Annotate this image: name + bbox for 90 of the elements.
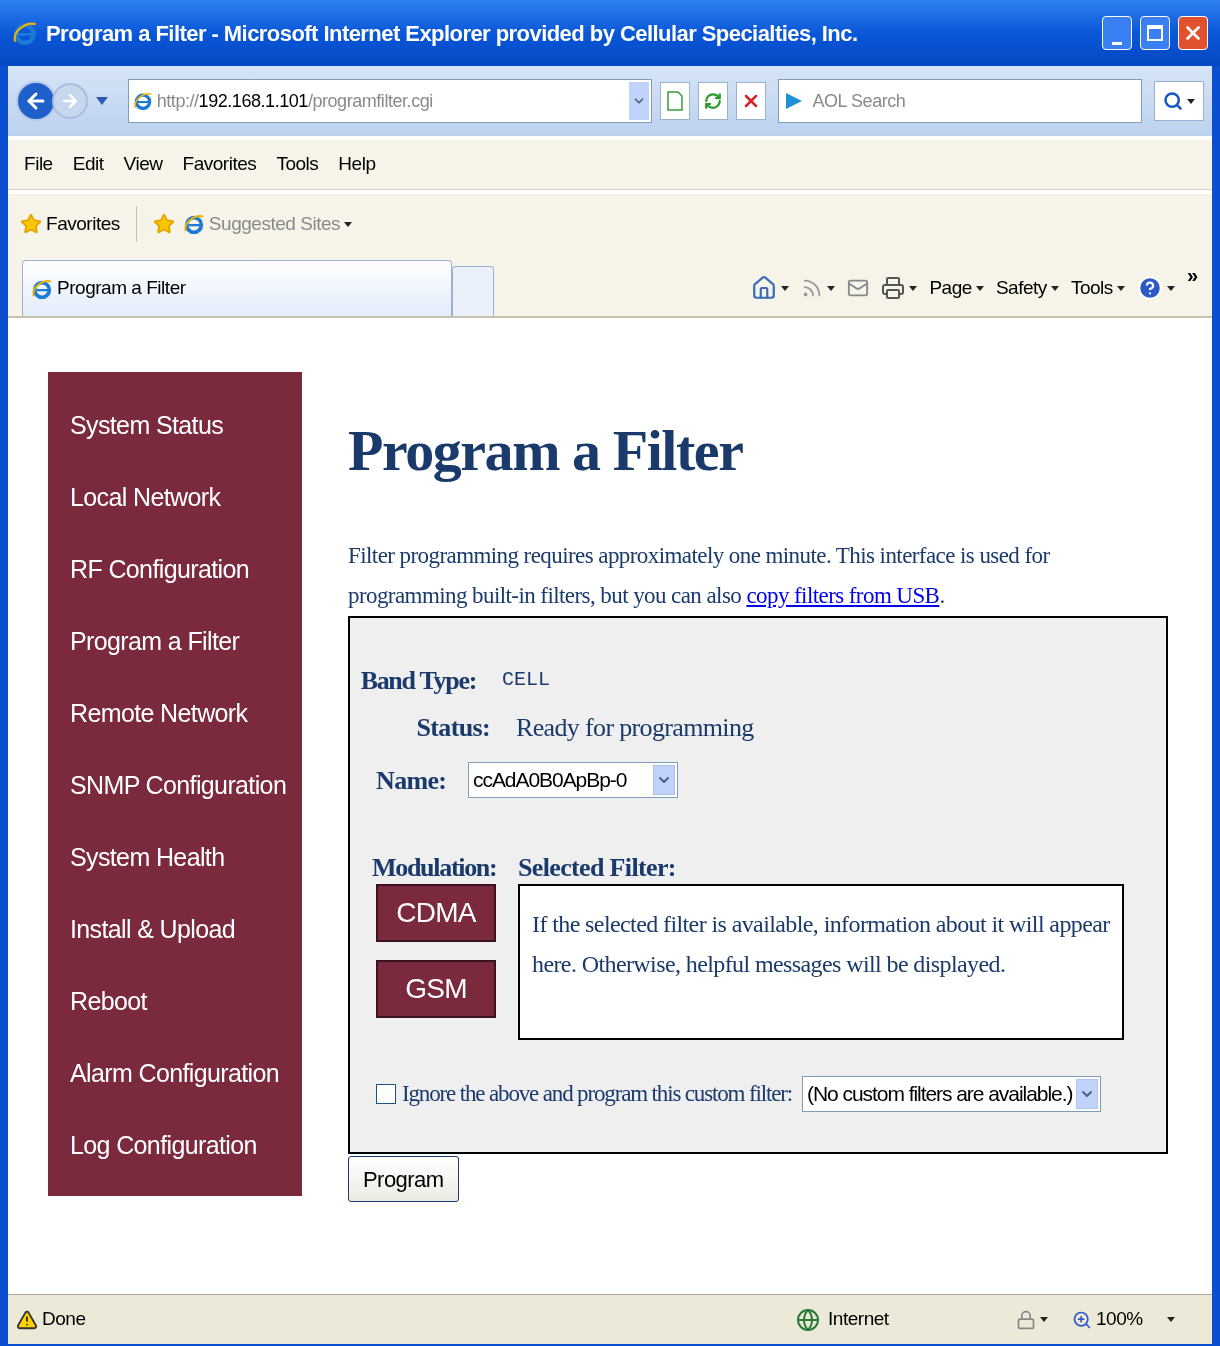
e-logo-icon bbox=[182, 213, 205, 235]
refresh-button[interactable] bbox=[697, 82, 728, 120]
search-field[interactable]: AOL Search bbox=[777, 79, 1143, 123]
modulation-button[interactable]: CDMA bbox=[376, 884, 496, 942]
overflow-button[interactable]: » bbox=[1186, 260, 1198, 290]
menu-item[interactable]: Tools bbox=[276, 150, 319, 179]
nav-link[interactable]: Alarm Configuration bbox=[48, 1038, 302, 1110]
zoom-button[interactable]: 100% bbox=[1072, 1305, 1143, 1334]
modulation-button[interactable]: GSM bbox=[376, 960, 496, 1018]
nav-link[interactable]: System Status bbox=[48, 390, 302, 462]
nav-link[interactable]: Log Configuration bbox=[48, 1110, 302, 1182]
custom-filter-select[interactable]: (No custom filters are available.) bbox=[802, 1076, 1102, 1112]
close-button[interactable] bbox=[1178, 16, 1208, 50]
usb-link[interactable]: copy filters from USB bbox=[746, 583, 940, 608]
compatibility-button[interactable] bbox=[659, 82, 690, 120]
new-tab-button[interactable] bbox=[452, 266, 494, 316]
star-icon bbox=[152, 213, 175, 235]
page-heading: Program a Filter bbox=[348, 422, 744, 480]
menu-item[interactable]: Edit bbox=[72, 150, 104, 179]
field-label: Status: bbox=[415, 711, 490, 744]
caret-icon bbox=[975, 285, 984, 291]
e-logo-icon bbox=[31, 277, 53, 300]
back-button[interactable] bbox=[16, 81, 56, 121]
menu-item[interactable]: Help bbox=[338, 150, 376, 179]
caret-icon bbox=[909, 285, 918, 291]
menu-item[interactable]: File bbox=[24, 150, 53, 179]
favorites-button[interactable]: Favorites bbox=[20, 209, 120, 239]
warning-icon bbox=[16, 1308, 38, 1331]
nav-link[interactable]: RF Configuration bbox=[48, 534, 302, 606]
caret-icon bbox=[1187, 98, 1196, 104]
caret-icon bbox=[1166, 285, 1175, 291]
name-select[interactable]: ccAdA0B0ApBp-0 bbox=[468, 762, 678, 798]
address-field[interactable]: http://192.168.1.101/programfilter.cgi bbox=[127, 79, 652, 123]
caret-icon bbox=[827, 285, 836, 291]
caret-icon bbox=[1040, 1317, 1048, 1322]
caret-icon bbox=[95, 97, 108, 105]
zone-text: Internet bbox=[828, 1307, 889, 1332]
nav-link[interactable]: Program a Filter bbox=[48, 606, 302, 678]
command-menu[interactable]: Tools bbox=[1070, 273, 1125, 303]
search-button[interactable] bbox=[1154, 81, 1204, 121]
page-icon bbox=[666, 91, 683, 111]
star-icon bbox=[20, 213, 42, 235]
nav-link[interactable]: Remote Network bbox=[48, 678, 302, 750]
window-title: Program a Filter - Microsoft Internet Explorer provided by Cellular Specialties, Inc. bbox=[46, 19, 859, 48]
forward-button[interactable] bbox=[51, 83, 88, 119]
nav-link[interactable]: SNMP Configuration bbox=[48, 750, 302, 822]
refresh-icon bbox=[703, 92, 722, 110]
minimize-button[interactable] bbox=[1102, 16, 1132, 50]
checkbox-label: Ignore the above and program this custom filter: bbox=[402, 1079, 792, 1108]
add-favorite-button[interactable] bbox=[152, 213, 175, 235]
browser-tab[interactable]: Program a Filter bbox=[22, 260, 452, 316]
nav-link[interactable]: Install & Upload bbox=[48, 894, 302, 966]
intro-paragraph: Filter programming requires approximately one minute. This interface is used for programming built-in filters, but you can also copy filters from USB. bbox=[348, 542, 1051, 610]
stop-button[interactable] bbox=[735, 82, 766, 120]
band-type-value: CELL bbox=[502, 667, 550, 693]
url-path: /programfilter.cgi bbox=[307, 90, 433, 111]
caret-icon bbox=[344, 221, 353, 227]
home-icon[interactable] bbox=[751, 275, 778, 301]
globe-icon bbox=[796, 1307, 820, 1332]
e-logo-icon bbox=[132, 91, 153, 111]
filter-message: If the selected filter is available, information about it will appear here. Otherwise, helpful messages will be displayed. bbox=[532, 910, 1110, 979]
search-icon bbox=[1163, 91, 1184, 111]
field-label: Band Type: bbox=[362, 664, 476, 697]
caret-icon bbox=[1050, 285, 1059, 291]
nav-link[interactable]: Reboot bbox=[48, 966, 302, 1038]
field-label: Selected Filter: bbox=[518, 852, 677, 884]
triangle-logo-icon bbox=[783, 91, 804, 111]
nav-link[interactable]: Local Network bbox=[48, 462, 302, 534]
caret-icon bbox=[1116, 285, 1125, 291]
caret-icon bbox=[1166, 1317, 1175, 1322]
menu-item[interactable]: Favorites bbox=[182, 150, 257, 179]
program-button[interactable]: Program bbox=[348, 1156, 459, 1202]
status-text: Done bbox=[42, 1307, 86, 1332]
maximize-button[interactable] bbox=[1140, 16, 1170, 50]
print-icon[interactable] bbox=[881, 276, 906, 300]
e-logo-icon bbox=[12, 20, 38, 46]
zoom-icon bbox=[1072, 1309, 1092, 1330]
help-icon[interactable] bbox=[1136, 275, 1163, 301]
menu-item[interactable]: View bbox=[123, 150, 163, 179]
command-menu[interactable]: Page bbox=[929, 273, 984, 303]
status-value: Ready for programming bbox=[516, 711, 754, 744]
field-label: Modulation: bbox=[372, 852, 496, 884]
url-scheme: http:// bbox=[156, 90, 199, 111]
nav-link[interactable]: System Health bbox=[48, 822, 302, 894]
mail-icon[interactable] bbox=[847, 277, 870, 299]
url-host: 192.168.1.101 bbox=[198, 90, 308, 111]
command-menu[interactable]: Safety bbox=[995, 273, 1059, 303]
checkbox[interactable] bbox=[376, 1084, 396, 1104]
caret-icon bbox=[781, 285, 790, 291]
lock-icon[interactable] bbox=[1016, 1309, 1036, 1330]
